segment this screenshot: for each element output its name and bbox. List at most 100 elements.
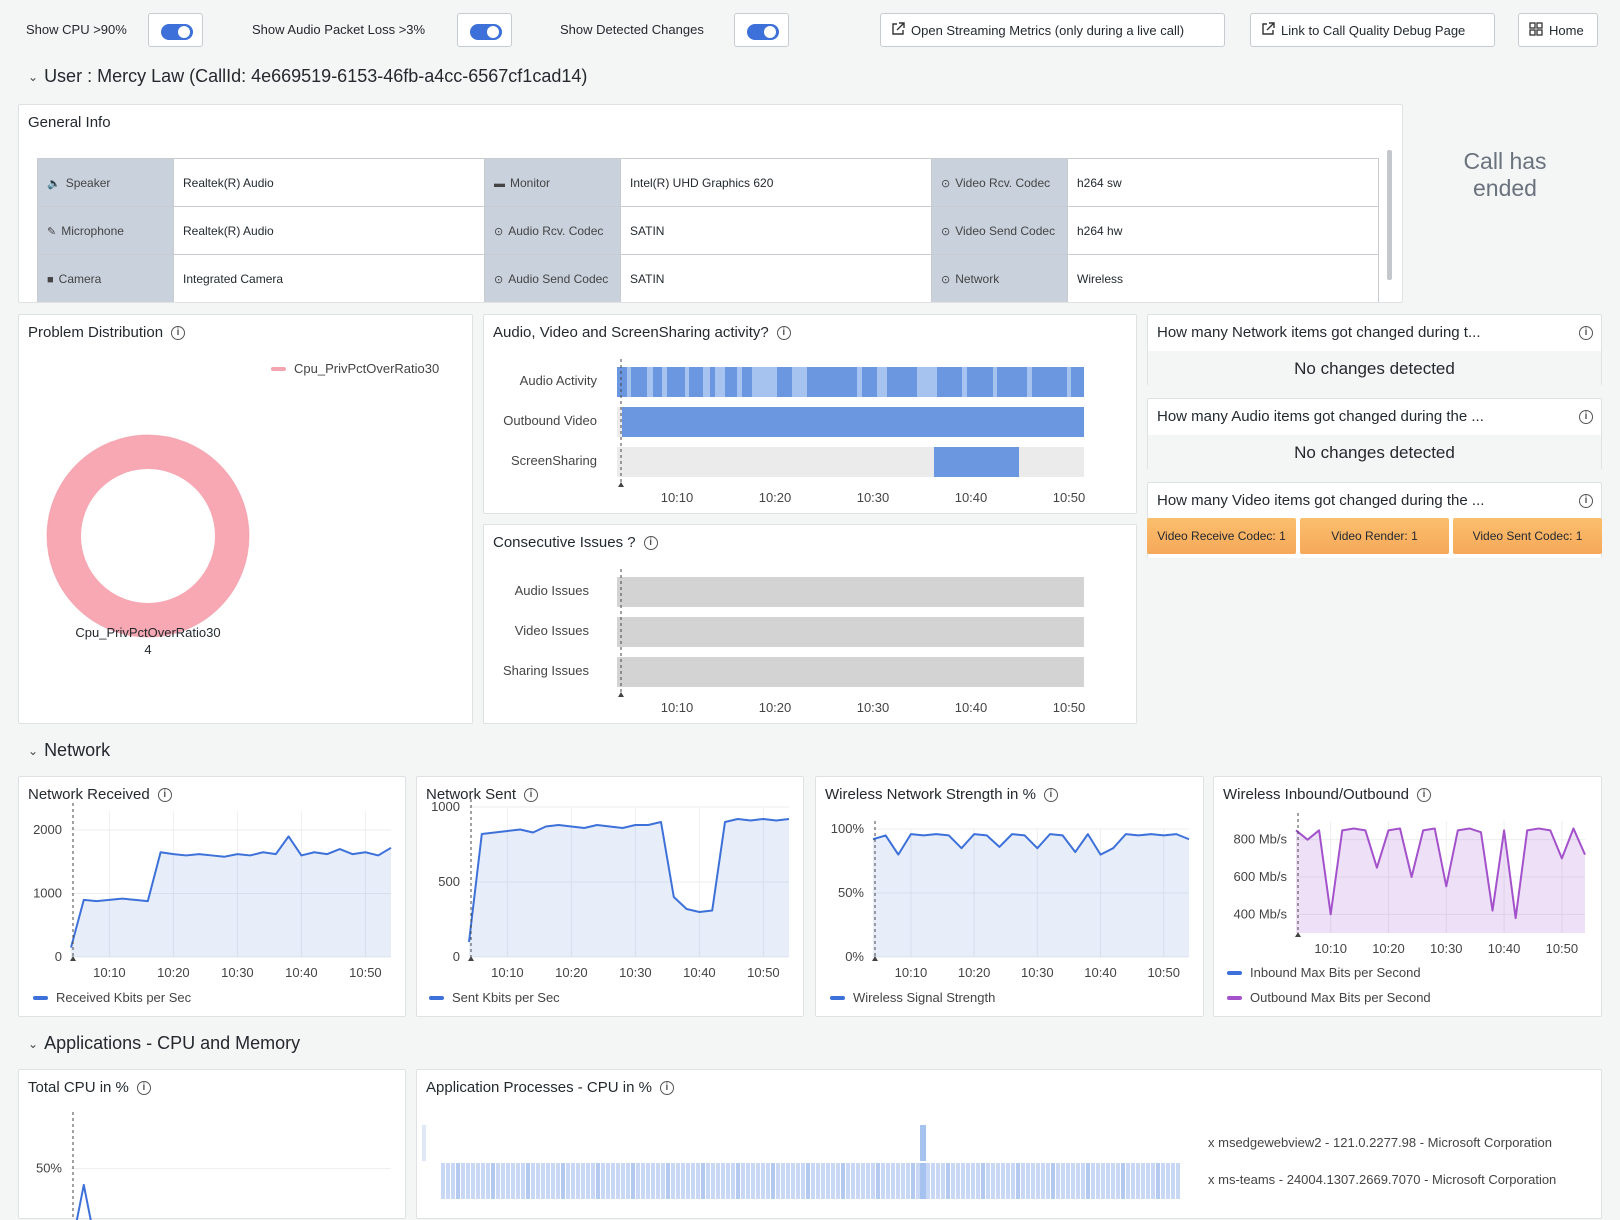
legend-item[interactable]: Outbound Max Bits per Second (1227, 990, 1431, 1005)
activity-segment (842, 367, 857, 397)
issue-track (617, 617, 1084, 647)
activity-segment (1032, 367, 1067, 397)
open-streaming-metrics-label: Open Streaming Metrics (only during a li… (911, 22, 1185, 38)
network-received-panel: Network Received i 0 1000 2000 10:10 10:20 10:… (18, 776, 406, 1017)
toggle-cpu[interactable] (148, 13, 203, 47)
heat-cell (471, 1163, 475, 1199)
heat-cell (1086, 1163, 1090, 1199)
heat-cell (1056, 1163, 1060, 1199)
heat-cell (611, 1163, 615, 1199)
row-label: Outbound Video (503, 413, 597, 428)
home-button[interactable]: Home (1518, 13, 1598, 47)
toggle-detected-changes[interactable] (734, 13, 789, 47)
heat-cell (736, 1163, 740, 1199)
heat-cell (486, 1163, 490, 1199)
network-section-header[interactable]: ⌄ Network (28, 740, 110, 761)
x-tick-label: 10:20 (555, 965, 588, 980)
heat-cell (1151, 1163, 1155, 1199)
heat-cell (746, 1163, 750, 1199)
activity-segment (857, 367, 862, 397)
activity-segment (627, 367, 631, 397)
audio-changes-value: No changes detected (1294, 443, 1455, 462)
wireless-strength-panel: Wireless Network Strength in % i 0% 50% 100… (815, 776, 1204, 1017)
heat-cell (566, 1163, 570, 1199)
x-tick-label: 10:10 (93, 965, 126, 980)
activity-segment (1071, 367, 1084, 397)
speaker-icon: 🔈 (47, 177, 61, 190)
info-key-label: Video Rcv. Codec (955, 175, 1051, 190)
legend-item[interactable]: Received Kbits per Sec (33, 990, 191, 1005)
heat-cell (646, 1163, 650, 1199)
heat-cell (626, 1163, 630, 1199)
x-tick-label: 10:50 (349, 965, 382, 980)
y-tick-label: 100% (831, 821, 865, 836)
heat-cell (920, 1125, 926, 1161)
info-value: h264 hw (1067, 206, 1379, 255)
activity-segment (725, 367, 737, 397)
toggle-audio-loss[interactable] (457, 13, 512, 47)
info-key: ✎ Microphone (37, 206, 174, 255)
heat-cell (841, 1163, 845, 1199)
heat-cell (661, 1163, 665, 1199)
tick-label: 10:20 (759, 490, 792, 505)
wireless-inout-panel: Wireless Inbound/Outbound i 400 Mb/s 600 M… (1213, 776, 1602, 1017)
heat-cell (1001, 1163, 1005, 1199)
audio-changes-title: How many Audio items got changed during … (1157, 408, 1484, 425)
general-info-title: General Info (28, 114, 111, 131)
heat-cell (956, 1163, 960, 1199)
heat-cell (446, 1163, 450, 1199)
heat-cell (996, 1163, 1000, 1199)
change-chip[interactable]: Video Receive Codec: 1 (1147, 518, 1296, 554)
heat-cell (991, 1163, 995, 1199)
heat-cell (811, 1163, 815, 1199)
x-tick-label: 10:10 (491, 965, 524, 980)
heat-cell (920, 1163, 926, 1199)
user-section-title: User : Mercy Law (CallId: 4e669519-6153-… (44, 66, 588, 86)
heat-cell (1111, 1163, 1115, 1199)
heat-cell (456, 1163, 460, 1199)
activity-chart: Audio Activity Outbound Video ScreenSharin… (503, 359, 1086, 505)
heat-cell (561, 1163, 565, 1199)
legend-item[interactable]: Sent Kbits per Sec (429, 990, 560, 1005)
change-chip[interactable]: Video Render: 1 (1300, 518, 1449, 554)
network-received-chart: 0 1000 2000 10:10 10:20 10:30 10:40 10:50 (33, 803, 392, 980)
heat-cell (796, 1163, 800, 1199)
activity-segment (752, 367, 777, 397)
tick-label: 10:50 (1053, 490, 1086, 505)
apps-section-header[interactable]: ⌄ Applications - CPU and Memory (28, 1033, 300, 1054)
info-key-label: Microphone (61, 223, 124, 238)
debug-page-link-button[interactable]: Link to Call Quality Debug Page (1250, 13, 1495, 47)
scrollbar[interactable] (1387, 150, 1392, 280)
open-streaming-metrics-button[interactable]: Open Streaming Metrics (only during a li… (880, 13, 1225, 47)
tick-label: 10:10 (661, 700, 694, 715)
legend-item[interactable]: Inbound Max Bits per Second (1227, 965, 1421, 980)
activity-panel: Audio, Video and ScreenSharing activity?… (483, 314, 1137, 514)
x-tick-label: 10:20 (157, 965, 190, 980)
info-icon[interactable]: i (1579, 493, 1593, 508)
info-icon[interactable]: i (1579, 325, 1593, 340)
heat-cell (541, 1163, 545, 1199)
user-section-header[interactable]: ⌄ User : Mercy Law (CallId: 4e669519-615… (28, 66, 587, 87)
heat-cell (916, 1163, 920, 1199)
activity-segment (807, 367, 822, 397)
monitor-icon: ▬ (494, 177, 505, 190)
heat-cell (756, 1163, 760, 1199)
legend-item[interactable]: Wireless Signal Strength (830, 990, 995, 1005)
info-icon[interactable]: i (1579, 409, 1593, 424)
info-value: Integrated Camera (173, 254, 485, 302)
heat-cell (986, 1163, 990, 1199)
heat-cell (1156, 1163, 1160, 1199)
process-row-label: x ms-teams - 24004.1307.2669.7070 - Micr… (1208, 1172, 1557, 1187)
heat-cell (451, 1163, 455, 1199)
activity-segment (792, 367, 807, 397)
codec-icon: ⊙ (494, 225, 504, 238)
activity-segment (862, 367, 877, 397)
change-chip[interactable]: Video Sent Codec: 1 (1453, 518, 1602, 554)
heat-cell (926, 1163, 930, 1199)
wireless-inout-chart: 400 Mb/s 600 Mb/s 800 Mb/s 10:10 10:20 10:30 1… (1234, 813, 1586, 956)
legend-label: Outbound Max Bits per Second (1250, 990, 1431, 1005)
heat-cell (596, 1163, 600, 1199)
total-cpu-panel: Total CPU in %i 40%50% (18, 1069, 406, 1220)
heat-cell (1176, 1163, 1180, 1199)
heat-cell (751, 1163, 755, 1199)
